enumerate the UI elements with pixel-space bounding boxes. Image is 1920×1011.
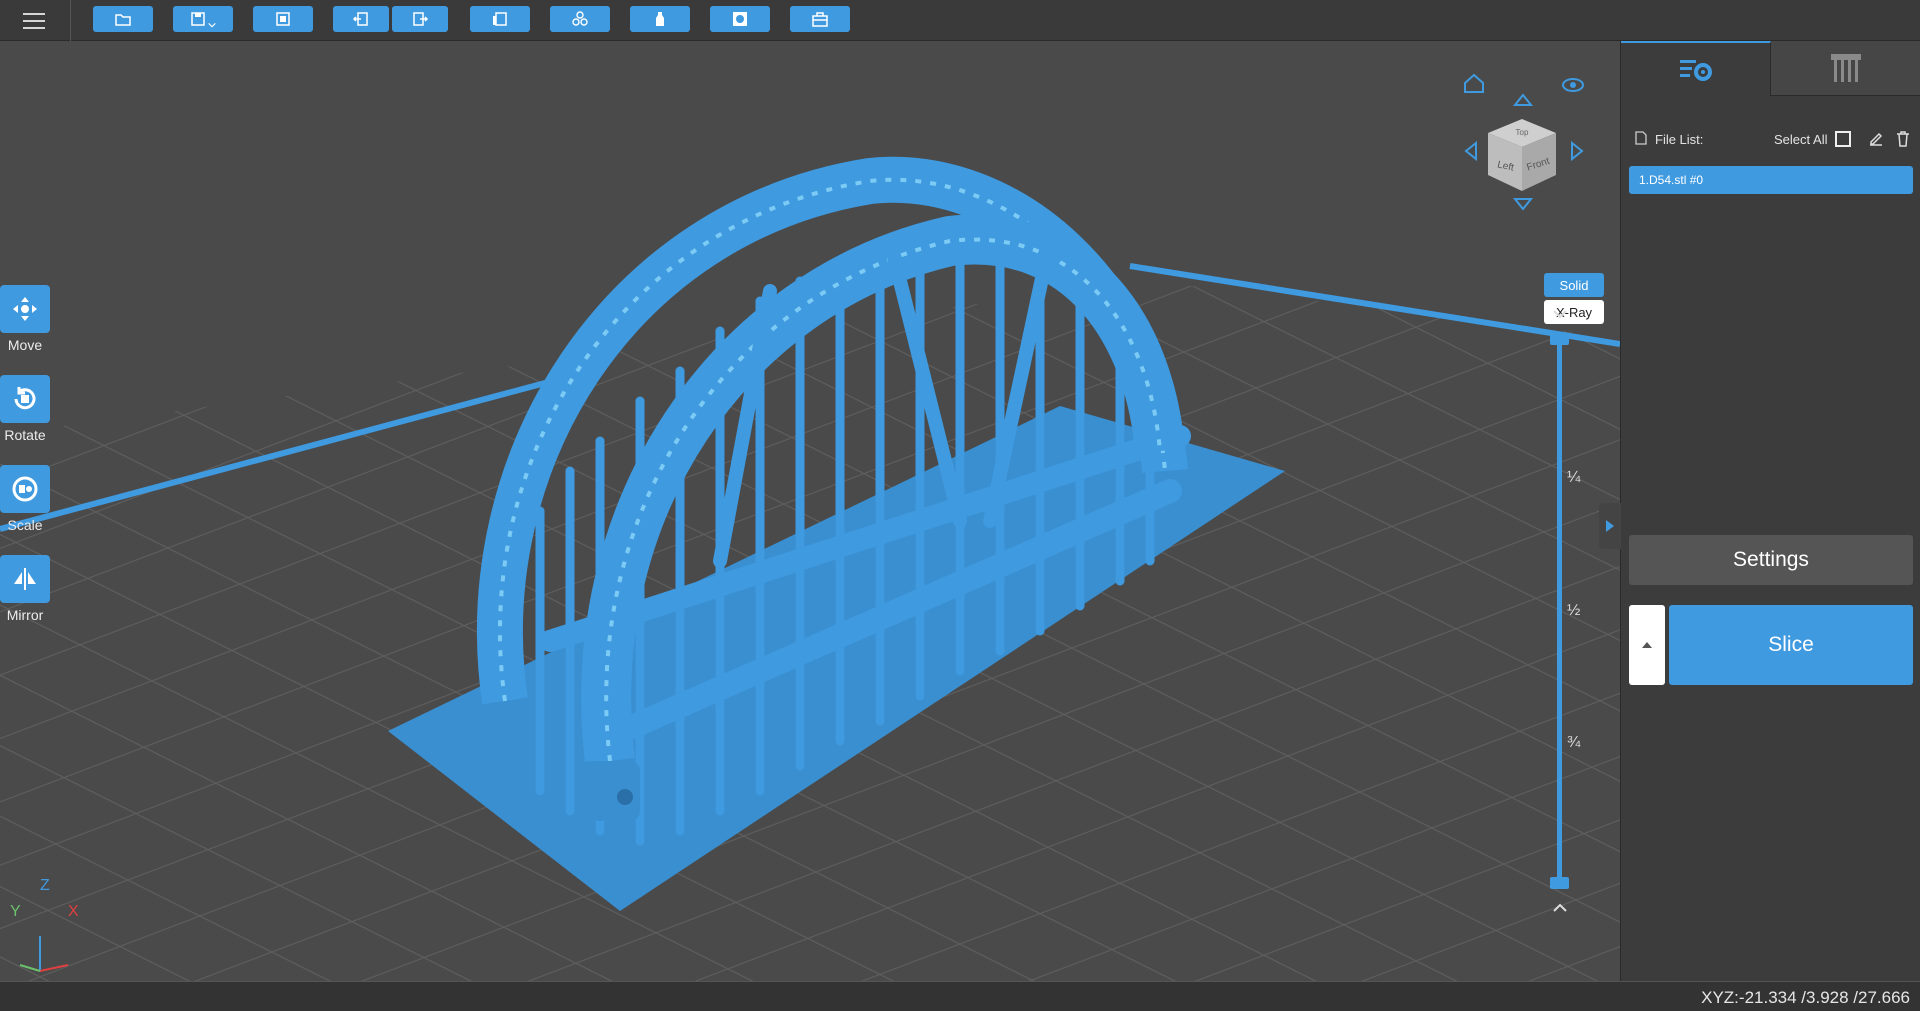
- toolbox-icon: [812, 12, 828, 27]
- repair-button[interactable]: [790, 6, 850, 32]
- fit-view-icon: [276, 12, 290, 26]
- edit-icon[interactable]: [1867, 130, 1885, 148]
- view-cube[interactable]: Top Left Front: [1484, 117, 1560, 193]
- mirror-label: Mirror: [6, 607, 44, 623]
- move-tool[interactable]: Move: [0, 285, 50, 353]
- hamburger-menu-icon[interactable]: [20, 8, 48, 32]
- axis-z-label: Z: [40, 877, 50, 894]
- slider-mark-quarter: ¼: [1567, 469, 1581, 486]
- undo-button[interactable]: [333, 6, 389, 32]
- move-icon: [0, 285, 50, 333]
- right-panel: File List: Select All 1.D54.stl #0 Setti…: [1599, 41, 1920, 981]
- copy-icon: [493, 12, 507, 26]
- save-button[interactable]: [173, 6, 233, 32]
- arch-end-block: [580, 761, 640, 821]
- axis-y-label: Y: [10, 903, 21, 920]
- mirror-icon: [0, 555, 50, 603]
- arch-end-hole: [617, 789, 633, 805]
- redo-button[interactable]: [392, 6, 448, 32]
- layer-slider-top-handle[interactable]: [1550, 333, 1569, 345]
- chevron-right-icon: [1606, 520, 1614, 532]
- settings-button[interactable]: Settings: [1629, 535, 1913, 585]
- rotate-label: Rotate: [4, 427, 46, 443]
- rotate-icon: [0, 375, 50, 423]
- view-left-icon[interactable]: [1460, 139, 1484, 163]
- axis-x-label: X: [68, 903, 79, 920]
- panel-collapse-button[interactable]: [1599, 503, 1621, 549]
- caret-up-icon: [1642, 642, 1652, 648]
- chevron-down-icon: [208, 22, 216, 28]
- folder-icon: [115, 14, 131, 26]
- eye-icon[interactable]: [1561, 73, 1585, 97]
- undo-icon: [352, 12, 368, 26]
- app-window: Z X Y Move Rotate Scale Mirror Top Left …: [0, 0, 1920, 1011]
- slider-mark-half: ½: [1567, 602, 1581, 619]
- scale-icon: [0, 465, 50, 513]
- file-list-label: File List:: [1655, 132, 1704, 147]
- 3d-viewport[interactable]: Z X Y Move Rotate Scale Mirror Top Left …: [0, 41, 1620, 981]
- punch-hole-button[interactable]: [710, 6, 770, 32]
- solid-mode-button[interactable]: Solid: [1544, 273, 1604, 297]
- slider-up-chevron-icon[interactable]: [1550, 901, 1570, 915]
- select-all-label: Select All: [1774, 132, 1828, 147]
- file-list-item[interactable]: 1.D54.stl #0: [1629, 166, 1913, 194]
- hole-icon: [733, 12, 747, 26]
- mirror-tool[interactable]: Mirror: [0, 555, 50, 623]
- view-right-icon[interactable]: [1564, 139, 1588, 163]
- open-file-button[interactable]: [93, 6, 153, 32]
- slider-mark-three-quarter: ¾: [1567, 734, 1581, 751]
- supports-icon: [1831, 54, 1861, 82]
- tab-supports[interactable]: [1771, 41, 1920, 96]
- arrange-button[interactable]: [550, 6, 610, 32]
- toolbar-divider: [70, 0, 71, 41]
- top-toolbar: [0, 0, 1920, 41]
- home-view-icon[interactable]: [1462, 71, 1486, 95]
- hollow-button[interactable]: [630, 6, 690, 32]
- layer-slider-bottom-handle[interactable]: [1550, 877, 1569, 889]
- move-label: Move: [7, 337, 43, 353]
- layer-slider-track[interactable]: [1557, 338, 1562, 886]
- file-list-header: File List: Select All: [1635, 129, 1915, 149]
- save-icon: [191, 12, 205, 26]
- slice-options-button[interactable]: [1629, 605, 1665, 685]
- arrange-icon: [572, 11, 588, 26]
- select-all-checkbox[interactable]: [1835, 131, 1851, 147]
- layout-button[interactable]: [470, 6, 530, 32]
- tab-print-settings[interactable]: [1621, 41, 1771, 96]
- redo-icon: [413, 12, 429, 26]
- settings-list-icon: [1679, 59, 1712, 81]
- slice-button[interactable]: Slice: [1669, 605, 1913, 685]
- scene-canvas[interactable]: [0, 41, 1620, 981]
- scale-label: Scale: [7, 517, 43, 533]
- view-cube-top[interactable]: Top: [1516, 128, 1529, 137]
- cursor-coordinates: XYZ:-21.334 /3.928 /27.666: [1701, 988, 1910, 1007]
- bottle-icon: [656, 12, 664, 26]
- document-icon: [1635, 131, 1647, 145]
- view-up-icon[interactable]: [1511, 89, 1535, 113]
- status-bar: XYZ:-21.334 /3.928 /27.666: [0, 981, 1920, 1011]
- rotate-tool[interactable]: Rotate: [0, 375, 50, 443]
- fit-view-button[interactable]: [253, 6, 313, 32]
- trash-icon[interactable]: [1894, 130, 1912, 148]
- scale-tool[interactable]: Scale: [0, 465, 50, 533]
- slider-down-chevron-icon[interactable]: [1550, 307, 1570, 321]
- view-down-icon[interactable]: [1511, 191, 1535, 215]
